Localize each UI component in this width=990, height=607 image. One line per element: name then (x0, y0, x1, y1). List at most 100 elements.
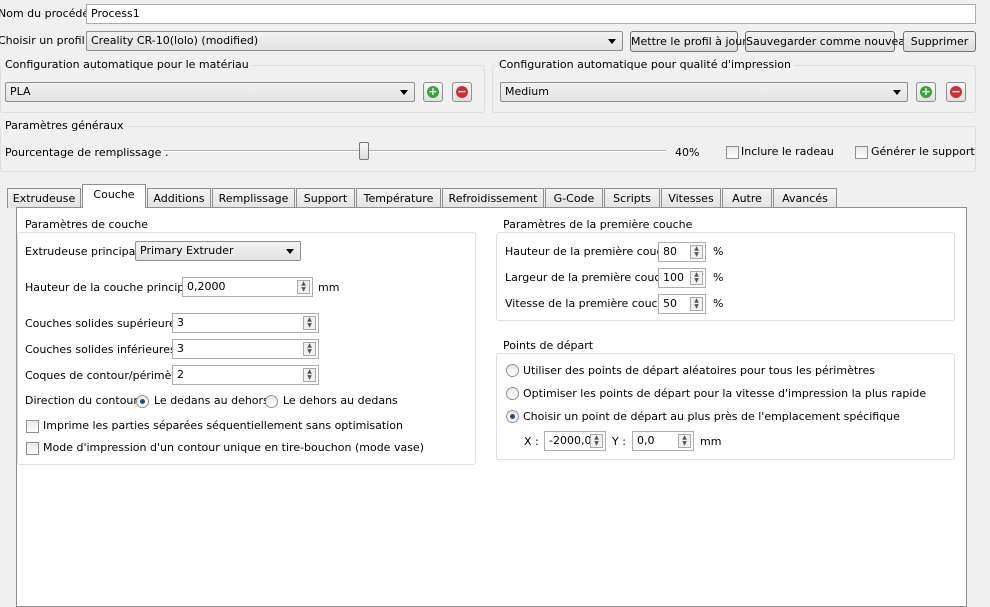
tab-scripts[interactable]: Scripts (604, 188, 660, 208)
nearest-start-radio[interactable] (506, 410, 519, 423)
spin-arrows-icon[interactable]: ▲ ▼ (303, 342, 316, 356)
spin-arrows-icon[interactable]: ▲ ▼ (690, 297, 703, 311)
material-select[interactable]: PLA (5, 82, 415, 102)
direction-label: Direction du contour : (25, 394, 146, 407)
add-material-button[interactable]: + (423, 82, 443, 102)
chevron-down-icon (400, 90, 408, 95)
first-layer-speed-value: 50 (663, 297, 677, 310)
sequential-checkbox[interactable] (26, 420, 39, 433)
direction-in-out-label: Le dedans au dehors (154, 394, 269, 407)
raft-label: Inclure le radeau (741, 145, 834, 158)
quality-value: Medium (505, 85, 549, 98)
support-checkbox[interactable] (855, 146, 868, 159)
layer-height-input[interactable]: 0,2000 ▲ ▼ (182, 277, 313, 297)
spin-arrows-icon[interactable]: ▲ ▼ (303, 368, 316, 382)
remove-quality-button[interactable]: − (946, 82, 966, 102)
material-value: PLA (10, 85, 31, 98)
layer-height-label: Hauteur de la couche principale (25, 281, 201, 294)
first-layer-speed-unit: % (713, 297, 724, 310)
xy-unit: mm (700, 435, 722, 448)
tab-extrudeuse[interactable]: Extrudeuse (7, 188, 81, 208)
sequential-label: Imprime les parties séparées séquentiell… (43, 419, 403, 432)
top-layers-input[interactable]: 3 ▲ ▼ (172, 313, 319, 333)
extruder-select[interactable]: Primary Extruder (135, 241, 301, 261)
quality-group-title: Configuration automatique pour qualité d… (496, 58, 795, 71)
infill-slider-track[interactable] (163, 150, 666, 152)
first-layer-height-value: 80 (663, 245, 677, 258)
first-layer-speed-input[interactable]: 50 ▲ ▼ (658, 294, 706, 314)
tab-remplissage[interactable]: Remplissage (212, 188, 295, 208)
quality-select[interactable]: Medium (500, 82, 908, 102)
update-profile-button[interactable]: Mettre le profil à jour (630, 31, 747, 52)
shells-label: Coques de contour/périmètre (25, 369, 187, 382)
tab-g-code[interactable]: G-Code (545, 188, 603, 208)
random-start-radio[interactable] (506, 364, 519, 377)
first-layer-height-label: Hauteur de la première couche (505, 245, 677, 258)
top-layers-label: Couches solides supérieures (25, 317, 182, 330)
tab-support[interactable]: Support (296, 188, 355, 208)
y-value: 0,0 (637, 434, 655, 447)
tab-couche[interactable]: Couche (82, 184, 146, 208)
remove-material-button[interactable]: − (452, 82, 472, 102)
first-layer-height-input[interactable]: 80 ▲ ▼ (658, 242, 706, 262)
raft-checkbox[interactable] (726, 146, 739, 159)
start-points-group-title: Points de départ (500, 339, 597, 352)
random-start-label: Utiliser des points de départ aléatoires… (523, 364, 875, 377)
infill-value: 40% (675, 146, 700, 159)
tab-temp-rature[interactable]: Température (356, 188, 441, 208)
first-layer-height-unit: % (713, 245, 724, 258)
support-label: Générer le support (871, 145, 975, 158)
chevron-down-icon (286, 249, 294, 254)
spin-arrows-icon[interactable]: ▲ ▼ (690, 271, 703, 285)
first-layer-group-title: Paramètres de la première couche (500, 218, 696, 231)
infill-slider-handle[interactable] (358, 142, 369, 160)
extruder-value: Primary Extruder (140, 244, 234, 257)
chevron-down-icon (893, 90, 901, 95)
delete-profile-button[interactable]: Supprimer (903, 31, 976, 52)
minus-icon: − (456, 85, 468, 98)
spin-arrows-icon[interactable]: ▲ ▼ (303, 316, 316, 330)
spin-arrows-icon[interactable]: ▲ ▼ (690, 245, 703, 259)
material-group-title: Configuration automatique pour le matéri… (2, 58, 252, 71)
shells-value: 2 (177, 368, 184, 381)
bottom-layers-label: Couches solides inférieures (25, 343, 176, 356)
direction-out-in-label: Le dehors au dedans (283, 394, 398, 407)
x-value: -2000,0 (549, 434, 592, 447)
tab-additions[interactable]: Additions (147, 188, 211, 208)
layer-height-unit: mm (318, 281, 340, 294)
optimize-start-label: Optimiser les points de départ pour la v… (523, 387, 927, 400)
minus-icon: − (950, 85, 962, 98)
direction-in-out-radio[interactable] (136, 395, 149, 408)
profile-label: Choisir un profil : (0, 34, 92, 47)
bottom-layers-input[interactable]: 3 ▲ ▼ (172, 339, 319, 359)
profile-select[interactable]: Creality CR-10(lolo) (modified) (86, 31, 623, 51)
tab-avanc-s[interactable]: Avancés (773, 188, 837, 208)
first-layer-width-unit: % (713, 271, 724, 284)
plus-icon: + (427, 85, 439, 98)
layer-group-title: Paramètres de couche (22, 218, 151, 231)
spin-arrows-icon[interactable]: ▲ ▼ (297, 280, 310, 294)
save-new-profile-button[interactable]: Sauvegarder comme nouveau (745, 31, 912, 52)
process-name-label: Nom du procédé : (0, 7, 97, 20)
infill-label: Pourcentage de remplissage : (5, 146, 169, 159)
process-name-input[interactable]: Process1 (86, 4, 976, 24)
shells-input[interactable]: 2 ▲ ▼ (172, 365, 319, 385)
tab-autre[interactable]: Autre (722, 188, 772, 208)
chevron-down-icon (608, 39, 616, 44)
profile-value: Creality CR-10(lolo) (modified) (91, 34, 259, 47)
vase-mode-checkbox[interactable] (26, 442, 39, 455)
optimize-start-radio[interactable] (506, 387, 519, 400)
bottom-layers-value: 3 (177, 342, 184, 355)
tab-refroidissement[interactable]: Refroidissement (442, 188, 544, 208)
y-label: Y : (612, 435, 626, 448)
tab-vitesses[interactable]: Vitesses (661, 188, 721, 208)
first-layer-width-input[interactable]: 100 ▲ ▼ (658, 268, 706, 288)
direction-out-in-radio[interactable] (265, 395, 278, 408)
spin-arrows-icon[interactable]: ▲ ▼ (590, 434, 603, 448)
x-label: X : (524, 435, 539, 448)
add-quality-button[interactable]: + (916, 82, 936, 102)
x-input[interactable]: -2000,0 ▲ ▼ (544, 431, 606, 451)
spin-arrows-icon[interactable]: ▲ ▼ (678, 434, 691, 448)
y-input[interactable]: 0,0 ▲ ▼ (632, 431, 694, 451)
first-layer-speed-label: Vitesse de la première couche (505, 297, 672, 310)
